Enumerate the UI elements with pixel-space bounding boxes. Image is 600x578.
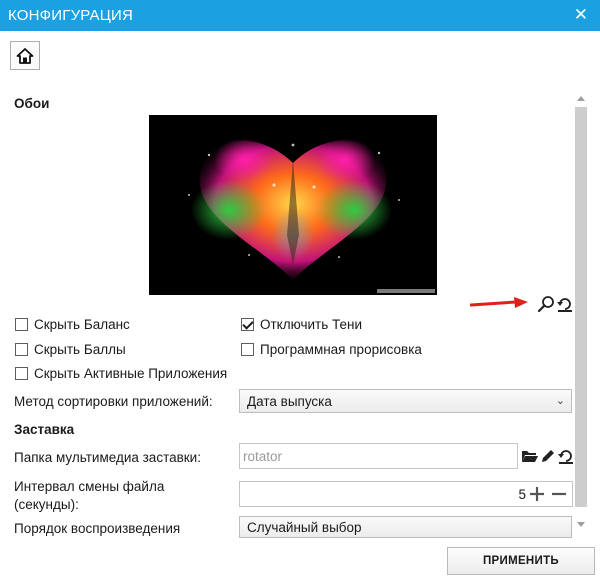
browse-folder-button[interactable] xyxy=(521,447,539,465)
media-folder-value: rotator xyxy=(243,448,283,464)
annotation-arrow-icon xyxy=(470,297,528,308)
search-icon xyxy=(537,296,554,313)
checkbox-box[interactable] xyxy=(241,343,254,356)
reset-icon xyxy=(558,450,573,464)
reset-folder-button[interactable] xyxy=(557,447,575,465)
plus-icon xyxy=(530,487,544,501)
hide-balance-checkbox[interactable]: Скрыть Баланс xyxy=(15,317,130,332)
chevron-down-icon: ⌄ xyxy=(555,395,565,407)
interval-decrement-button[interactable] xyxy=(550,485,568,503)
minus-icon xyxy=(552,492,566,496)
playback-order-select[interactable]: Случайный выбор xyxy=(239,516,572,538)
folder-open-icon xyxy=(522,451,538,462)
hide-active-apps-checkbox[interactable]: Скрыть Активные Приложения xyxy=(15,366,227,381)
sort-method-value: Дата выпуска xyxy=(247,393,332,409)
checkbox-box[interactable] xyxy=(15,367,28,380)
sort-method-select[interactable]: Дата выпуска ⌄ xyxy=(239,389,572,413)
dialog-footer: ПРИМЕНИТЬ xyxy=(0,538,600,578)
disable-shadows-checkbox[interactable]: Отключить Тени xyxy=(241,317,362,332)
software-rendering-checkbox[interactable]: Программная прорисовка xyxy=(241,342,422,357)
interval-label: Интервал смены файла (секунды): xyxy=(14,479,165,512)
media-folder-label: Папка мультимедиа заставки: xyxy=(14,450,201,465)
home-button[interactable] xyxy=(10,41,40,70)
interval-input[interactable]: 5 xyxy=(239,481,573,507)
checkbox-box[interactable] xyxy=(241,318,254,331)
screensaver-section-title: Заставка xyxy=(14,422,75,437)
hide-points-checkbox[interactable]: Скрыть Баллы xyxy=(15,342,126,357)
window-title: КОНФИГУРАЦИЯ xyxy=(8,7,134,24)
playback-order-label: Порядок воспроизведения xyxy=(14,521,181,536)
search-wallpaper-button[interactable] xyxy=(537,295,555,313)
scroll-thumb[interactable] xyxy=(575,107,587,507)
reset-wallpaper-button[interactable] xyxy=(556,295,574,313)
interval-increment-button[interactable] xyxy=(528,485,546,503)
close-icon[interactable]: ✕ xyxy=(574,6,588,24)
checkbox-label: Программная прорисовка xyxy=(260,342,422,357)
checkbox-label: Отключить Тени xyxy=(260,317,362,332)
wallpaper-preview[interactable] xyxy=(149,115,437,295)
checkbox-box[interactable] xyxy=(15,318,28,331)
checkbox-label: Скрыть Активные Приложения xyxy=(34,366,228,381)
vertical-scrollbar[interactable] xyxy=(574,92,588,538)
interval-value: 5 xyxy=(518,486,526,502)
scroll-up-icon[interactable] xyxy=(577,96,585,101)
checkbox-label: Скрыть Баланс xyxy=(34,317,130,332)
home-icon xyxy=(16,47,34,64)
reset-icon xyxy=(557,298,572,312)
scroll-down-icon[interactable] xyxy=(577,522,585,527)
playback-order-value: Случайный выбор xyxy=(247,519,362,535)
media-folder-input[interactable]: rotator xyxy=(239,443,518,469)
sort-method-label: Метод сортировки приложений: xyxy=(14,394,213,409)
apply-button[interactable]: ПРИМЕНИТЬ xyxy=(447,547,595,575)
checkbox-label: Скрыть Баллы xyxy=(34,342,126,357)
checkbox-box[interactable] xyxy=(15,343,28,356)
pencil-icon xyxy=(542,450,554,462)
wallpaper-section-title: Обои xyxy=(14,96,50,111)
title-bar: КОНФИГУРАЦИЯ ✕ xyxy=(0,0,600,31)
edit-folder-button[interactable] xyxy=(539,447,557,465)
